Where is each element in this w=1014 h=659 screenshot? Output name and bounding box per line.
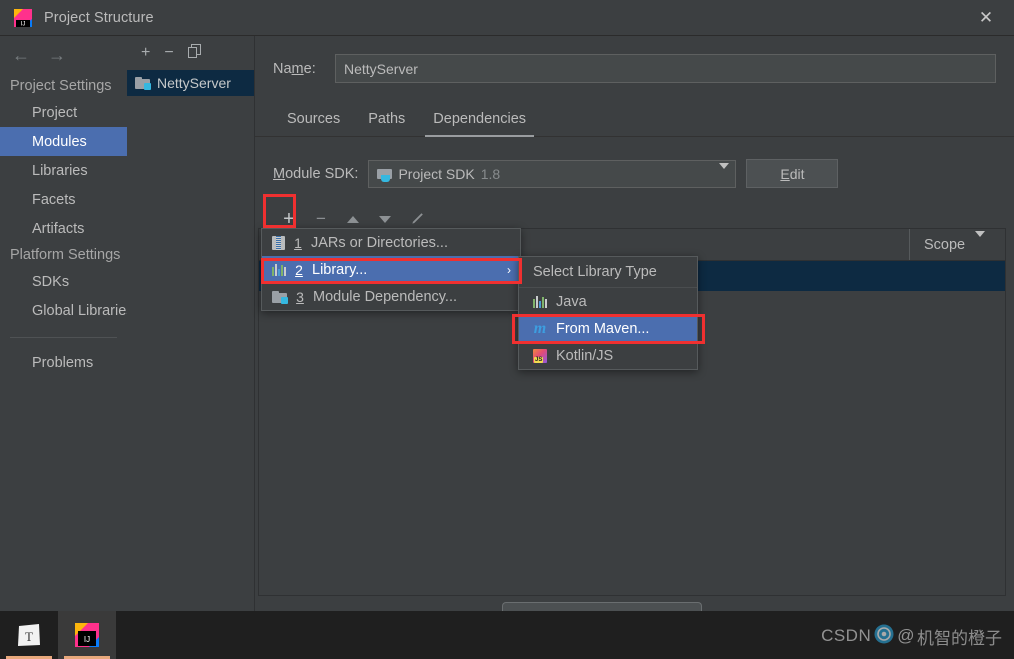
menu-item-library[interactable]: 2 Library... › <box>262 256 520 283</box>
module-sdk-version: 1.8 <box>480 165 501 182</box>
tab-sources[interactable]: Sources <box>273 111 354 136</box>
submenu-item-java[interactable]: Java <box>519 288 697 315</box>
library-icon <box>272 263 286 276</box>
remove-module-icon[interactable]: − <box>164 45 173 61</box>
sidebar-item-project[interactable]: Project <box>0 98 127 127</box>
project-structure-dialog: IJ Project Structure ✕ ← → Project Setti… <box>0 0 1014 659</box>
module-name-label: Name: <box>273 60 316 77</box>
maven-icon: m <box>533 319 547 337</box>
intellij-idea-icon: IJ <box>14 8 32 27</box>
sidebar-item-problems[interactable]: Problems <box>0 348 127 377</box>
module-sdk-label: Module SDK: <box>273 165 359 182</box>
back-arrow-icon[interactable]: ← <box>12 46 30 64</box>
kotlin-js-icon <box>533 348 547 363</box>
module-icon <box>272 290 288 304</box>
sidebar-nav-arrows: ← → <box>0 36 127 74</box>
menu-item-mnemonic: 3 <box>296 288 304 305</box>
module-icon <box>135 77 151 90</box>
sidebar-item-facets[interactable]: Facets <box>0 185 127 214</box>
menu-item-label: Module Dependency... <box>313 288 458 305</box>
copy-module-icon[interactable] <box>187 44 202 62</box>
modules-list-panel: + − NettyServer <box>127 36 255 611</box>
svg-text:IJ: IJ <box>21 21 26 27</box>
module-sdk-select[interactable]: Project SDK 1.8 <box>368 159 737 188</box>
sidebar-item-sdks[interactable]: SDKs <box>0 267 127 296</box>
submenu-item-label: Kotlin/JS <box>556 347 614 364</box>
tab-dependencies[interactable]: Dependencies <box>419 111 540 137</box>
sidebar-item-artifacts[interactable]: Artifacts <box>0 214 127 243</box>
sidebar-item-global-libraries[interactable]: Global Libraries <box>0 296 134 325</box>
submenu-item-kotlin-js[interactable]: Kotlin/JS <box>519 342 697 369</box>
module-tabs: Sources Paths Dependencies <box>255 101 1014 137</box>
taskbar-typora-glyph: T <box>25 629 33 644</box>
modules-toolbar: + − <box>127 36 254 70</box>
module-list-item-nettyserver[interactable]: NettyServer <box>127 70 254 96</box>
watermark-prefix: CSDN <box>821 626 872 645</box>
taskbar-item-intellij-idea[interactable]: IJ <box>58 611 116 659</box>
scope-header-label: Scope <box>924 236 966 253</box>
menu-item-module-dependency[interactable]: 3 Module Dependency... <box>262 283 520 310</box>
menu-item-mnemonic: 1 <box>294 234 302 251</box>
tab-paths[interactable]: Paths <box>354 111 419 136</box>
add-module-icon[interactable]: + <box>141 45 150 61</box>
jar-icon <box>272 235 285 250</box>
watermark-author: 机智的橙子 <box>917 628 1002 648</box>
watermark-at: @ <box>897 626 915 645</box>
window-title: Project Structure <box>44 9 154 26</box>
module-name-input[interactable]: NettyServer <box>335 54 996 83</box>
module-list-item-label: NettyServer <box>157 75 231 91</box>
taskbar-idea-glyph: IJ <box>84 635 90 644</box>
scope-sort-chevron-down-icon <box>975 230 986 253</box>
submenu-title: Select Library Type <box>519 257 697 288</box>
sidebar-item-libraries[interactable]: Libraries <box>0 156 127 185</box>
module-sdk-row: Module SDK: Project SDK 1.8 Edit <box>255 137 1014 188</box>
module-name-value: NettyServer <box>344 60 418 77</box>
java-library-icon <box>533 295 547 308</box>
taskbar-item-typora[interactable]: T <box>0 611 58 659</box>
sdk-icon <box>377 168 393 182</box>
menu-item-label: JARs or Directories... <box>311 234 448 251</box>
select-library-type-submenu: Select Library Type Java m From Maven...… <box>518 256 698 370</box>
sidebar-group-platform-settings: Platform Settings <box>10 247 121 263</box>
module-name-row: Name: NettyServer <box>255 36 1014 83</box>
menu-item-jars-or-directories[interactable]: 1 JARs or Directories... <box>262 229 520 256</box>
menu-item-mnemonic: 2 <box>295 261 303 278</box>
chevron-down-icon <box>719 162 730 179</box>
settings-sidebar: ← → Project Settings Project Modules Lib… <box>0 36 134 611</box>
close-icon[interactable]: ✕ <box>958 0 1014 36</box>
column-header-scope[interactable]: Scope <box>909 229 1005 260</box>
windows-taskbar: T IJ CSDN @ 机智的橙子 <box>0 611 1014 659</box>
submenu-item-label: From Maven... <box>556 320 650 337</box>
window-titlebar: IJ Project Structure ✕ <box>0 0 1014 36</box>
submenu-item-from-maven[interactable]: m From Maven... <box>519 315 697 342</box>
edit-sdk-button[interactable]: Edit <box>746 159 839 188</box>
sidebar-item-modules[interactable]: Modules <box>0 127 127 156</box>
sidebar-group-project-settings: Project Settings <box>10 78 112 94</box>
menu-item-label: Library... <box>312 261 368 278</box>
watermark-logo-icon <box>873 623 895 650</box>
sidebar-divider <box>10 337 117 338</box>
submenu-chevron-right-icon: › <box>507 262 511 277</box>
add-dependency-menu: 1 JARs or Directories... 2 Library... › … <box>261 228 521 311</box>
module-sdk-value: Project SDK <box>398 165 475 182</box>
csdn-watermark: CSDN @ 机智的橙子 <box>821 621 1002 651</box>
submenu-item-label: Java <box>556 293 587 310</box>
forward-arrow-icon[interactable]: → <box>48 46 66 64</box>
